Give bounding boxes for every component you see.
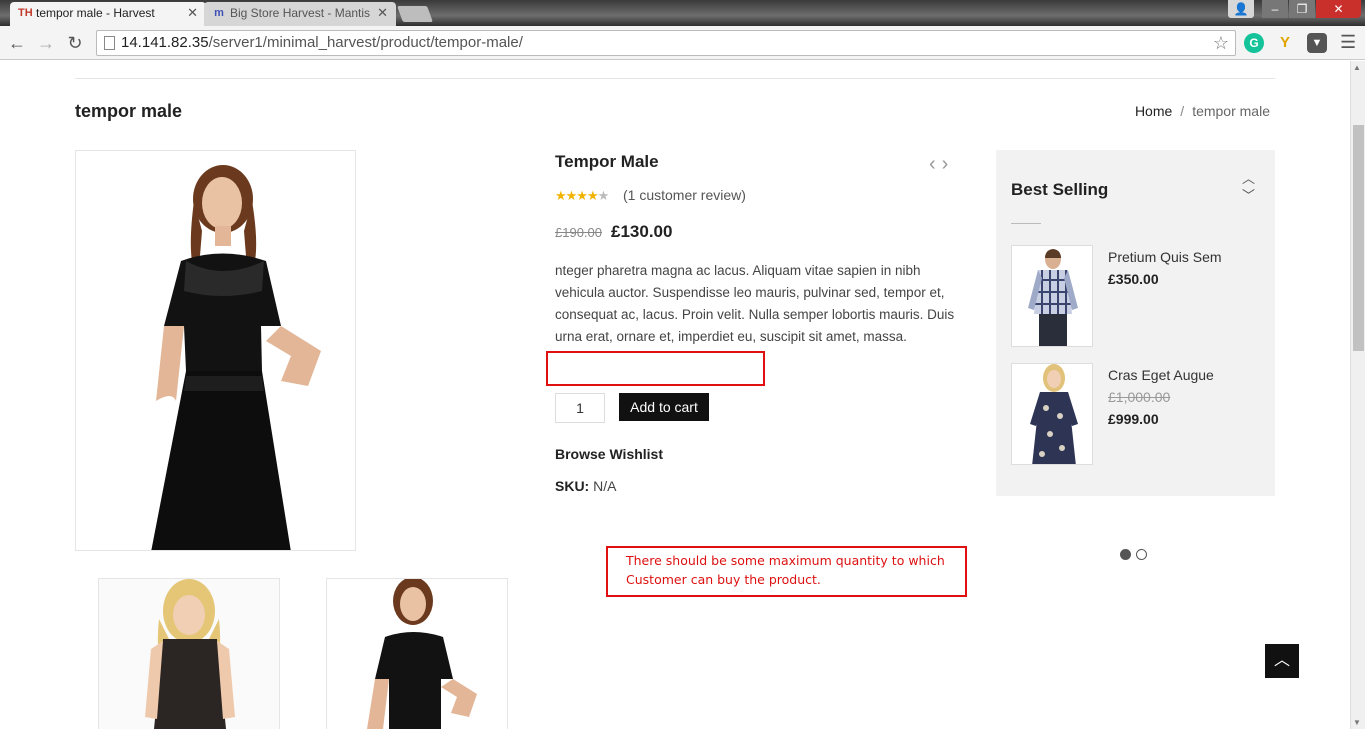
woman-black-dress-image	[76, 151, 355, 550]
carousel-dots	[1120, 547, 1152, 565]
widget-title: Best Selling	[1011, 180, 1109, 199]
man-plaid-shirt-image	[1012, 246, 1092, 346]
tab-mantis[interactable]: m Big Store Harvest - Mantis ✕	[204, 2, 396, 26]
close-window-button[interactable]: ✕	[1316, 0, 1361, 18]
browse-wishlist-link[interactable]: Browse Wishlist	[555, 446, 663, 462]
add-to-cart-button[interactable]: Add to cart	[619, 393, 709, 421]
scrollbar-thumb[interactable]	[1353, 125, 1364, 351]
harvest-favicon-icon: TH	[18, 7, 33, 19]
back-arrow-icon[interactable]: ←	[6, 32, 28, 54]
blonde-woman-dress-image	[99, 579, 279, 729]
forward-arrow-icon[interactable]: →	[35, 32, 57, 54]
annotation-highlight-box	[546, 351, 765, 386]
reload-icon[interactable]: ↻	[64, 32, 86, 54]
product-price: £999.00	[1108, 411, 1159, 427]
product-price: £350.00	[1108, 271, 1159, 287]
page-content: tempor male Home / tempor male Tempor Ma…	[0, 61, 1350, 729]
annotation-note: There should be some maximum quantity to…	[606, 546, 967, 597]
user-icon[interactable]: 👤	[1228, 0, 1254, 18]
page-title: tempor male	[75, 101, 183, 121]
list-item[interactable]: Cras Eget Augue £1,000.00 £999.00	[1011, 363, 1261, 465]
product-name-link[interactable]: Cras Eget Augue	[1108, 367, 1214, 383]
rating-empty-star: ★	[597, 188, 610, 203]
page-icon	[104, 36, 115, 50]
next-product-icon[interactable]: ›	[942, 153, 955, 175]
tab-title: tempor male - Harvest	[36, 6, 155, 20]
tab-title: Big Store Harvest - Mantis	[230, 6, 371, 20]
back-to-top-button[interactable]: ︿	[1265, 644, 1299, 678]
product-thumbnail[interactable]	[1011, 363, 1093, 465]
product-thumbnail[interactable]	[1011, 245, 1093, 347]
woman-floral-dress-image	[1012, 364, 1092, 464]
page-scrollbar[interactable]: ▲ ▼	[1350, 61, 1365, 729]
scroll-down-arrow-icon[interactable]: ▼	[1353, 718, 1361, 727]
sale-price: £130.00	[611, 222, 673, 241]
url-host: 14.141.82.35	[121, 34, 209, 51]
breadcrumb-home-link[interactable]: Home	[1135, 103, 1172, 119]
review-count-link[interactable]: (1 customer review)	[623, 187, 746, 203]
product-name-link[interactable]: Pretium Quis Sem	[1108, 249, 1222, 265]
bookmark-star-icon[interactable]: ☆	[1213, 31, 1229, 55]
breadcrumb: Home / tempor male	[1135, 103, 1270, 119]
breadcrumb-current: tempor male	[1192, 103, 1270, 119]
pocket-extension-icon[interactable]: ▼	[1307, 33, 1327, 53]
prev-product-icon[interactable]: ‹	[929, 153, 942, 175]
scroll-up-arrow-icon[interactable]: ▲	[1353, 63, 1361, 72]
close-tab-icon[interactable]: ✕	[377, 2, 388, 24]
url-path: /server1/minimal_harvest/product/tempor-…	[208, 34, 523, 51]
close-tab-icon[interactable]: ✕	[187, 2, 198, 24]
product-thumbnail-2[interactable]	[326, 578, 508, 729]
tab-harvest[interactable]: TH tempor male - Harvest ✕	[10, 2, 206, 26]
quantity-input[interactable]: 1	[555, 393, 605, 423]
address-bar[interactable]: 14.141.82.35/server1/minimal_harvest/pro…	[96, 30, 1236, 56]
list-item[interactable]: Pretium Quis Sem £350.00	[1011, 245, 1261, 347]
product-old-price: £1,000.00	[1108, 389, 1171, 405]
browser-tabbar: TH tempor male - Harvest ✕ m Big Store H…	[0, 0, 1365, 26]
chevron-up-icon[interactable]: ︿	[1242, 170, 1255, 187]
divider	[75, 78, 1275, 79]
carousel-dot[interactable]	[1136, 549, 1147, 560]
product-description: nteger pharetra magna ac lacus. Aliquam …	[555, 263, 955, 344]
woman-black-dress-thumb-image	[327, 579, 507, 729]
product-nav: ‹›	[929, 153, 954, 176]
browser-toolbar: ← → ↻ 14.141.82.35/server1/minimal_harve…	[0, 26, 1365, 60]
maximize-button[interactable]: ❐	[1289, 0, 1315, 18]
sku-value: N/A	[593, 478, 617, 494]
yoast-extension-icon[interactable]: Y	[1275, 33, 1295, 53]
mantis-favicon-icon: m	[214, 7, 224, 19]
breadcrumb-separator: /	[1180, 103, 1185, 119]
product-main-image[interactable]	[75, 150, 356, 551]
minimize-button[interactable]: –	[1262, 0, 1288, 18]
grammarly-extension-icon[interactable]: G	[1244, 33, 1264, 53]
carousel-dot-active[interactable]	[1120, 549, 1131, 560]
old-price: £190.00	[555, 225, 602, 240]
rating-stars: ★★★★★	[555, 188, 610, 204]
rating-filled-stars: ★★★★	[555, 188, 599, 203]
new-tab-button[interactable]	[397, 6, 433, 22]
chevron-down-icon[interactable]: ﹀	[1242, 187, 1255, 204]
browser-menu-icon[interactable]: ☰	[1340, 32, 1356, 53]
divider	[1011, 223, 1041, 224]
product-thumbnail-1[interactable]	[98, 578, 280, 729]
widget-arrows: ︿ ﹀	[1242, 170, 1255, 204]
chevron-up-icon: ︿	[1273, 652, 1290, 669]
sku-label: SKU:	[555, 478, 590, 494]
product-title: Tempor Male	[555, 152, 659, 171]
sku: SKU: N/A	[555, 478, 616, 494]
best-selling-widget: Best Selling ︿ ﹀ Pretium Quis Sem £350.0…	[996, 150, 1275, 496]
